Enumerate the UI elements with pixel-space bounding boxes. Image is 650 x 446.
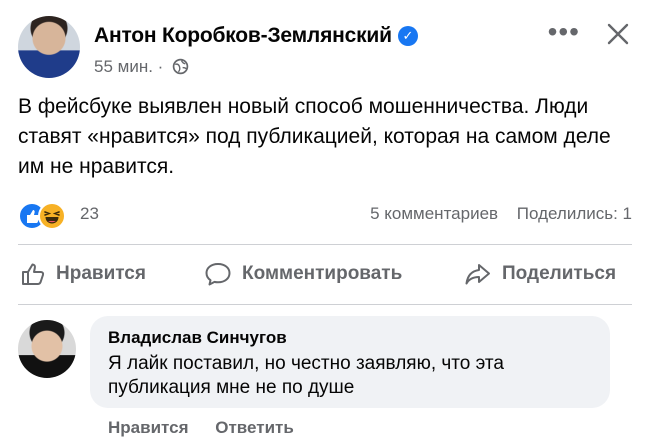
comment-text: Я лайк поставил, но честно заявляю, что … [108,353,504,398]
post-time[interactable]: 55 мин. [94,57,153,76]
globe-icon [172,58,189,75]
share-button[interactable]: Поделиться [464,252,616,296]
like-button[interactable]: Нравится [20,252,146,296]
more-icon[interactable]: ••• [548,18,580,46]
commenter-avatar[interactable] [18,320,76,378]
post-text: В фейсбуке выявлен новый способ мошеннич… [18,95,611,178]
comment-actions: Нравится Ответить [108,418,294,438]
author-avatar[interactable] [18,16,80,78]
author-name[interactable]: Антон Коробков-Землянский [94,24,392,47]
post-meta: 55 мин. · [94,57,189,77]
verified-badge-icon: ✓ [397,26,418,46]
divider [18,244,632,245]
share-icon [465,264,490,285]
divider [18,304,632,305]
share-button-label: Поделиться [502,263,617,284]
post-actions: Нравится Комментировать Поделиться [18,252,632,296]
comment-bubble: Владислав Синчугов Я лайк поставил, но ч… [90,316,610,408]
close-icon[interactable] [604,20,632,48]
author-name-row: Антон Коробков-Землянский ✓ [94,24,418,48]
post-stats: 23 5 комментариев Поделились: 1 [18,200,632,230]
meta-separator: · [157,57,164,76]
thumbs-up-icon [22,263,45,285]
comments-count[interactable]: 5 комментариев [370,204,498,223]
comment-reply-button[interactable]: Ответить [215,418,294,437]
haha-reaction-icon [38,202,66,230]
comment-button-label: Комментировать [242,263,403,284]
shares-count[interactable]: Поделились: 1 [517,204,632,223]
comment-icon [205,263,231,286]
like-button-label: Нравится [56,263,146,284]
post-header: Антон Коробков-Землянский ✓ 55 мин. · ••• [18,14,632,84]
reactions-count: 23 [80,204,99,223]
comment-button[interactable]: Комментировать [204,252,402,296]
stats-right: 5 комментариев Поделились: 1 [370,204,632,224]
commenter-name[interactable]: Владислав Синчугов [108,328,287,348]
comment-like-button[interactable]: Нравится [108,418,189,437]
